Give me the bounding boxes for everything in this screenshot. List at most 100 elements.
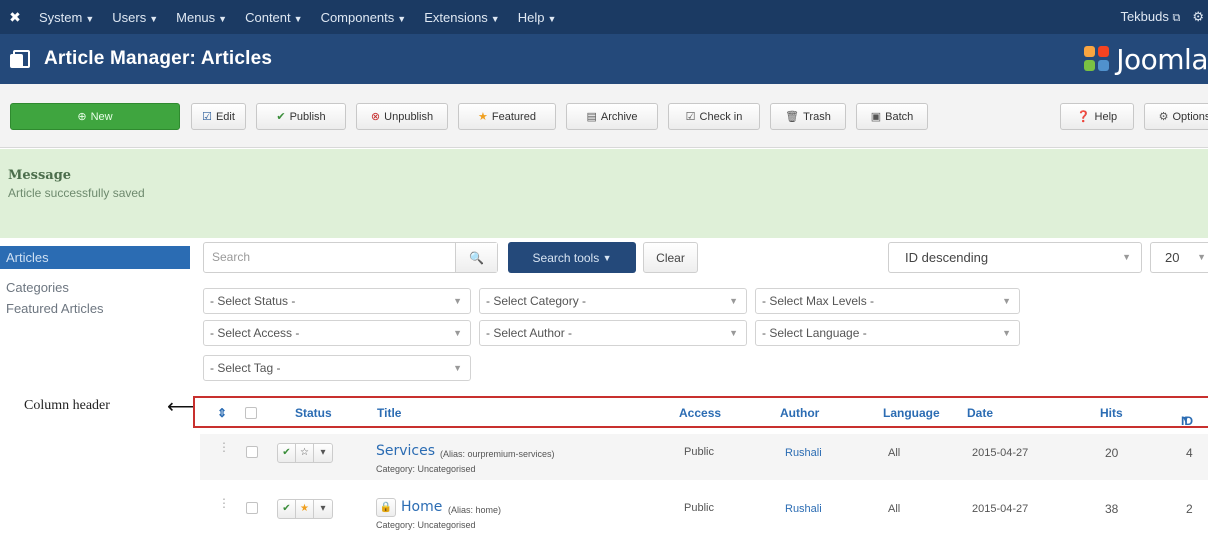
article-author-link[interactable]: Rushali xyxy=(785,503,822,515)
author-filter-value: - Select Author - xyxy=(486,326,573,340)
edit-button[interactable]: ☑ Edit xyxy=(191,103,246,130)
batch-button[interactable]: ▣ Batch xyxy=(856,103,928,130)
checkin-button-label: Check in xyxy=(699,110,743,123)
copy-icon xyxy=(10,50,32,68)
featured-button[interactable]: ★ Featured xyxy=(458,103,556,130)
publish-button[interactable]: ✔ Publish xyxy=(256,103,346,130)
menu-users[interactable]: Users ▼ xyxy=(103,10,167,25)
row-checkbox[interactable] xyxy=(246,446,258,458)
article-title-link[interactable]: Services xyxy=(376,443,435,459)
row-checkbox[interactable] xyxy=(246,502,258,514)
category-filter[interactable]: - Select Category - ▼ xyxy=(479,288,747,314)
site-link[interactable]: Tekbuds ⧉ xyxy=(1120,9,1180,25)
select-all-checkbox[interactable] xyxy=(245,407,257,419)
sidebar-item-categories[interactable]: Categories xyxy=(0,277,190,298)
clear-button[interactable]: Clear xyxy=(643,242,698,273)
column-header-row: ⇕ Status Title Access Author Language Da… xyxy=(193,396,1208,428)
menu-menus[interactable]: Menus ▼ xyxy=(167,10,236,25)
message-body: Article successfully saved xyxy=(8,186,145,200)
star-icon[interactable]: ★ xyxy=(296,500,314,518)
article-language: All xyxy=(888,447,901,459)
list-limit-select[interactable]: 20 ▼ xyxy=(1150,242,1208,273)
search-tools-button[interactable]: Search tools ▼ xyxy=(508,242,636,273)
trash-icon: 🗑 xyxy=(785,111,800,123)
column-hits[interactable]: Hits xyxy=(1100,406,1123,420)
external-link-icon: ⧉ xyxy=(1172,12,1181,24)
column-title[interactable]: Title xyxy=(377,406,401,420)
caret-down-icon: ▼ xyxy=(729,328,738,338)
lock-icon[interactable]: 🔒 xyxy=(376,498,396,517)
column-date[interactable]: Date xyxy=(967,406,993,420)
menu-content-label: Content xyxy=(245,9,291,25)
article-id: 4 xyxy=(1186,446,1193,460)
article-category: Category: Uncategorised xyxy=(376,520,476,530)
caret-down-icon: ▼ xyxy=(453,328,462,338)
column-language[interactable]: Language xyxy=(883,406,940,420)
tag-filter-value: - Select Tag - xyxy=(210,361,281,375)
column-author[interactable]: Author xyxy=(780,406,819,420)
checkin-button[interactable]: ☑ Check in xyxy=(668,103,760,130)
published-check-icon[interactable]: ✔ xyxy=(278,444,296,462)
trash-button[interactable]: 🗑 Trash xyxy=(770,103,846,130)
author-filter[interactable]: - Select Author - ▼ xyxy=(479,320,747,346)
published-check-icon[interactable]: ✔ xyxy=(278,500,296,518)
menu-components[interactable]: Components ▼ xyxy=(312,10,416,25)
archive-button-label: Archive xyxy=(600,110,638,123)
star-outline-icon[interactable]: ☆ xyxy=(296,444,314,462)
menu-help[interactable]: Help ▼ xyxy=(509,10,566,25)
language-filter[interactable]: - Select Language - ▼ xyxy=(755,320,1020,346)
menu-users-label: Users xyxy=(112,9,147,25)
gear-icon: ⚙ xyxy=(1158,111,1169,123)
search-icon: 🔍 xyxy=(469,250,484,265)
tag-filter[interactable]: - Select Tag - ▼ xyxy=(203,355,471,381)
menu-system[interactable]: System ▼ xyxy=(30,10,103,25)
joomla-small-icon[interactable]: ✖ xyxy=(0,9,30,26)
article-language: All xyxy=(888,503,901,515)
main-menu: System ▼ Users ▼ Menus ▼ Content ▼ Component… xyxy=(30,10,565,25)
caret-down-icon[interactable]: ▾ xyxy=(314,500,332,518)
menu-system-label: System xyxy=(39,9,83,25)
drag-handle-icon[interactable]: ⋮ xyxy=(218,496,230,510)
article-title-link[interactable]: Home xyxy=(401,499,442,515)
joomla-logo: Joomla xyxy=(1082,42,1208,76)
status-filter[interactable]: - Select Status - ▼ xyxy=(203,288,471,314)
unpublish-button[interactable]: ⊗ Unpublish xyxy=(356,103,448,130)
table-row: ⋮ ✔ ☆ ▾ Services (Alias: ourpremium-serv… xyxy=(200,434,1208,480)
help-button[interactable]: ❓ Help xyxy=(1060,103,1134,130)
ordering-select[interactable]: ID descending ▼ xyxy=(888,242,1142,273)
topnav-right: Tekbuds ⧉ ⚙ xyxy=(1120,0,1208,34)
help-button-label: Help xyxy=(1094,110,1118,123)
column-status[interactable]: Status xyxy=(295,406,332,420)
archive-icon: ▤ xyxy=(586,111,597,123)
menu-extensions[interactable]: Extensions ▼ xyxy=(415,10,509,25)
sidebar-item-articles[interactable]: Articles xyxy=(0,246,190,269)
column-access[interactable]: Access xyxy=(679,406,721,420)
sidebar-item-featured-articles[interactable]: Featured Articles xyxy=(0,298,190,319)
menu-extensions-label: Extensions xyxy=(424,9,488,25)
article-date: 2015-04-27 xyxy=(972,447,1029,459)
gear-icon[interactable]: ⚙ xyxy=(1192,9,1204,25)
max-levels-filter[interactable]: - Select Max Levels - ▼ xyxy=(755,288,1020,314)
success-message: Message Article successfully saved xyxy=(0,149,1208,238)
article-category: Category: Uncategorised xyxy=(376,464,476,474)
sort-order-icon[interactable]: ⇕ xyxy=(217,406,227,420)
caret-down-icon: ▼ xyxy=(397,13,407,24)
message-title: Message xyxy=(8,168,72,183)
article-author-link[interactable]: Rushali xyxy=(785,447,822,459)
caret-down-icon[interactable]: ▾ xyxy=(314,444,332,462)
access-filter[interactable]: - Select Access - ▼ xyxy=(203,320,471,346)
menu-content[interactable]: Content ▼ xyxy=(236,10,311,25)
star-icon: ★ xyxy=(478,111,488,123)
options-button[interactable]: ⚙ Options xyxy=(1144,103,1208,130)
new-button[interactable]: ⊕ New xyxy=(10,103,180,130)
search-button[interactable]: 🔍 xyxy=(455,243,497,272)
archive-button[interactable]: ▤ Archive xyxy=(566,103,658,130)
article-date: 2015-04-27 xyxy=(972,503,1029,515)
search-input[interactable]: Search xyxy=(204,243,455,272)
menu-help-label: Help xyxy=(517,9,545,25)
caret-down-icon: ▼ xyxy=(547,13,557,24)
menu-menus-label: Menus xyxy=(176,9,216,25)
drag-handle-icon[interactable]: ⋮ xyxy=(218,440,230,454)
article-alias: (Alias: home) xyxy=(448,505,502,515)
featured-button-label: Featured xyxy=(491,110,536,123)
